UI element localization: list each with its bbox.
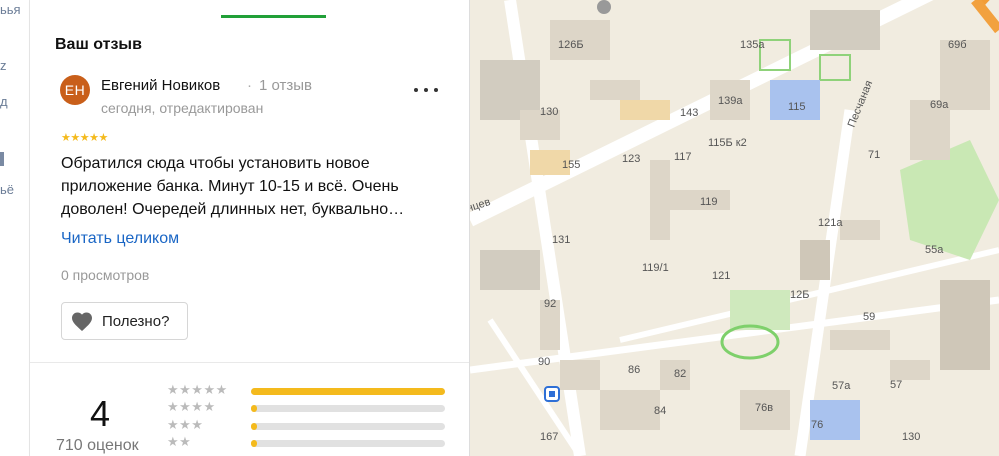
read-more-link[interactable]: Читать целиком bbox=[61, 230, 179, 248]
building-number-label: 86 bbox=[628, 364, 640, 376]
rating-distribution-row: ★★★★★ bbox=[167, 382, 447, 398]
distribution-bar-fill bbox=[251, 423, 257, 430]
section-title: Ваш отзыв bbox=[55, 36, 142, 53]
building-number-label: 115Б к2 bbox=[708, 137, 747, 149]
building-number-label: 121а bbox=[818, 217, 843, 229]
distribution-stars: ★★ bbox=[167, 434, 192, 449]
author-reviews-count: 1 отзыв bbox=[259, 77, 313, 94]
building-number-label: 90 bbox=[538, 356, 550, 368]
building-number-label: 126Б bbox=[558, 39, 584, 51]
distribution-stars: ★★★★★ bbox=[167, 382, 228, 397]
building-number-label: 12Б bbox=[790, 289, 809, 301]
building-number-label: 69а bbox=[930, 99, 949, 111]
distribution-stars: ★★★ bbox=[167, 417, 204, 432]
building-number-label: 119/1 bbox=[642, 262, 669, 274]
building-number-label: 57 bbox=[890, 379, 902, 391]
rating-distribution-row: ★★★ bbox=[167, 417, 447, 433]
sidebar-text-fragment: д bbox=[0, 94, 8, 109]
rating-distribution-row: ★★★★ bbox=[167, 399, 447, 415]
distribution-bar-track bbox=[251, 405, 445, 412]
building-number-label: 82 bbox=[674, 368, 686, 380]
map-view[interactable]: 126Б 135а 69б 130 143 139а 115 69а 155 1… bbox=[470, 0, 999, 456]
review-rating-stars: ★★★★★ bbox=[61, 132, 108, 144]
sidebar-text-fragment: ьё bbox=[0, 182, 15, 197]
building-number-label: 69б bbox=[948, 39, 967, 51]
building-number-label: 167 bbox=[540, 431, 558, 443]
building-number-label: 115 bbox=[788, 101, 806, 113]
review-text: Обратился сюда чтобы установить новое пр… bbox=[61, 155, 405, 218]
map-canvas[interactable]: 126Б 135а 69б 130 143 139а 115 69а 155 1… bbox=[470, 0, 999, 456]
building-number-label: 123 bbox=[622, 153, 640, 165]
distribution-bar-track bbox=[251, 440, 445, 447]
sidebar-bar-fragment bbox=[0, 152, 4, 166]
useful-button[interactable]: Полезно? bbox=[61, 302, 188, 340]
building-number-label: 135а bbox=[740, 39, 765, 51]
building-number-label: 130 bbox=[540, 106, 558, 118]
distribution-bar-track bbox=[251, 388, 445, 395]
sidebar-text-fragment: ьья bbox=[0, 2, 21, 17]
author-name[interactable]: Евгений Новиков bbox=[101, 77, 220, 94]
building-number-label: 121 bbox=[712, 270, 730, 282]
review-date: сегодня, отредактирован bbox=[101, 100, 264, 116]
building-number-label: 119 bbox=[700, 196, 718, 208]
building-number-label: 130 bbox=[902, 431, 920, 443]
building-number-label: 131 bbox=[552, 234, 570, 246]
distribution-bar-fill bbox=[251, 405, 257, 412]
heart-icon bbox=[72, 312, 92, 331]
left-sidebar-fragment: ьья z д ьё bbox=[0, 0, 30, 456]
building-number-label: 71 bbox=[868, 149, 880, 161]
building-number-label: 76 bbox=[811, 419, 823, 431]
building-number-label: 92 bbox=[544, 298, 556, 310]
views-count: 0 просмотров bbox=[61, 267, 150, 283]
distribution-bar-fill bbox=[251, 388, 445, 395]
distribution-bar-fill bbox=[251, 440, 257, 447]
more-options-icon[interactable] bbox=[414, 80, 438, 100]
reviews-panel: Ваш отзыв ЕН Евгений Новиков · 1 отзыв с… bbox=[30, 0, 470, 456]
active-tab-indicator bbox=[221, 15, 326, 18]
ratings-count: 710 оценок bbox=[56, 437, 139, 454]
distribution-bar-track bbox=[251, 423, 445, 430]
author-avatar[interactable]: ЕН bbox=[60, 75, 90, 105]
distribution-stars: ★★★★ bbox=[167, 399, 216, 414]
divider bbox=[30, 362, 469, 363]
useful-button-label: Полезно? bbox=[102, 312, 170, 330]
building-number-label: 55а bbox=[925, 244, 944, 256]
building-number-label: 155 bbox=[562, 159, 580, 171]
sidebar-text-fragment: z bbox=[0, 58, 7, 73]
building-number-label: 139а bbox=[718, 95, 743, 107]
building-number-label: 59 bbox=[863, 311, 875, 323]
rating-distribution-row: ★★ bbox=[167, 434, 447, 450]
building-number-label: 57а bbox=[832, 380, 851, 392]
building-number-label: 76в bbox=[755, 402, 773, 414]
building-number-label: 143 bbox=[680, 107, 698, 119]
app-root: ьья z д ьё Ваш отзыв ЕН Евгений Новиков … bbox=[0, 0, 999, 456]
separator-dot: · bbox=[247, 77, 252, 94]
average-rating: 4 bbox=[90, 393, 111, 434]
building-number-label: 84 bbox=[654, 405, 666, 417]
building-number-label: 117 bbox=[674, 151, 692, 163]
